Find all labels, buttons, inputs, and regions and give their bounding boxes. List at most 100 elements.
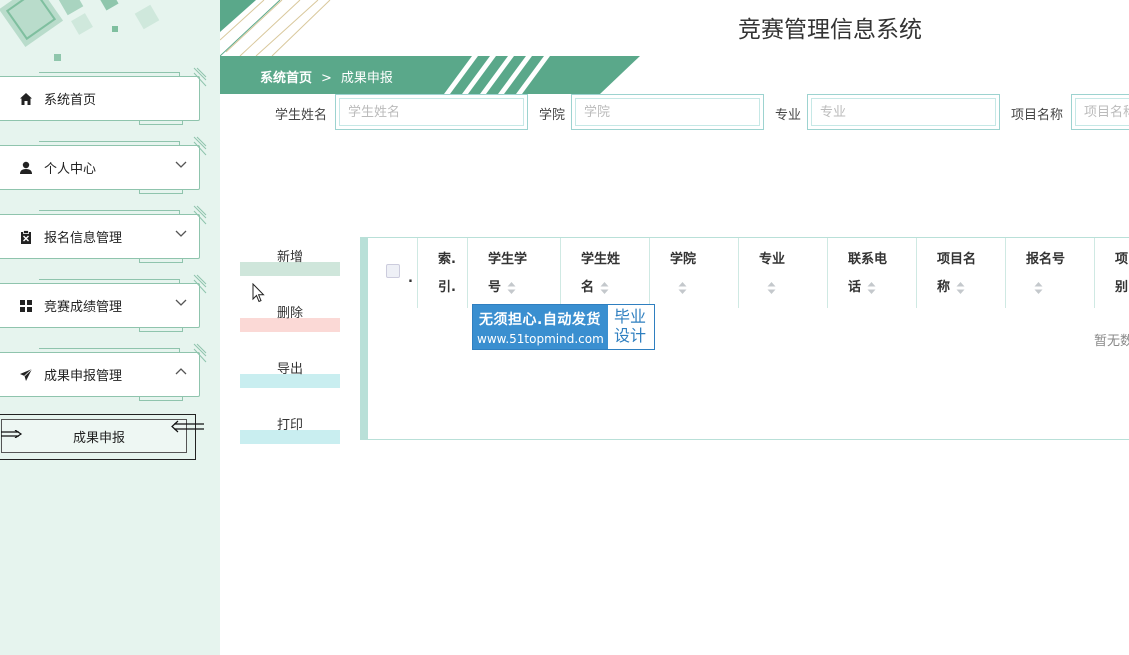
- export-button-label: 导出: [276, 362, 303, 377]
- sort-icon[interactable]: [956, 281, 965, 294]
- header-line1: 学生姓: [581, 252, 621, 267]
- table-header-project-category[interactable]: 项 别: [1095, 238, 1129, 308]
- project-name-field: [1071, 94, 1129, 130]
- project-name-input[interactable]: [1075, 98, 1129, 126]
- sidebar-item-achievement[interactable]: 成果申报管理: [0, 343, 207, 401]
- breadcrumb: 系统首页 > 成果申报: [260, 67, 393, 86]
- college-input[interactable]: [575, 98, 760, 126]
- major-label: 专业: [775, 108, 802, 123]
- header-line1: 索.: [438, 252, 456, 267]
- sidebar: 系统首页 个人中心 报名信息管理 竞赛成绩管理 成果申报管理 成果申报: [0, 0, 220, 655]
- user-icon: [19, 161, 33, 175]
- breadcrumb-separator: >: [321, 71, 332, 86]
- header-decoration: [220, 0, 331, 56]
- watermark-badge-line1: 毕业: [614, 307, 647, 326]
- header-line1: 项目名: [937, 252, 977, 267]
- chevron-up-icon[interactable]: [175, 367, 187, 377]
- send-icon: [19, 368, 33, 382]
- table-header-index[interactable]: 索. 引.: [418, 238, 468, 308]
- header-line2: 号: [488, 280, 502, 295]
- delete-button-label: 删除: [276, 306, 303, 321]
- table-header-project-name[interactable]: 项目名 称: [917, 238, 1006, 308]
- college-label: 学院: [539, 108, 566, 123]
- sidebar-item-registration[interactable]: 报名信息管理: [0, 205, 207, 263]
- table-header-student-id[interactable]: 学生学 号: [468, 238, 561, 308]
- corner-hatch-decoration: [193, 136, 207, 156]
- clipboard-icon: [19, 229, 33, 244]
- select-all-checkbox[interactable]: [386, 264, 400, 278]
- sidebar-item-label: 成果申报管理: [44, 369, 123, 384]
- major-field: [807, 94, 1000, 130]
- submenu-item-achievement-report[interactable]: 成果申报: [0, 414, 196, 460]
- project-name-label: 项目名称: [1011, 108, 1064, 123]
- double-arrow-left-icon: [171, 420, 204, 433]
- export-button[interactable]: 导出: [240, 352, 340, 388]
- submenu-item-label: 成果申报: [72, 430, 125, 446]
- table-header-select: .: [368, 238, 418, 308]
- print-button[interactable]: 打印: [240, 408, 340, 444]
- watermark-line2: www.51topmind.com: [477, 332, 604, 346]
- corner-hatch-decoration: [193, 205, 207, 225]
- select-column-suffix: .: [408, 271, 413, 286]
- sort-icon[interactable]: [507, 281, 516, 294]
- table-header-registration-no[interactable]: 报名号: [1006, 238, 1095, 308]
- sidebar-item-label: 报名信息管理: [44, 231, 123, 246]
- watermark-banner: 无须担心.自动发货 www.51topmind.com 毕业 设计: [472, 304, 655, 350]
- table-header-major[interactable]: 专业: [739, 238, 828, 308]
- add-button-label: 新增: [276, 250, 303, 265]
- grid-icon: [19, 299, 33, 313]
- sidebar-item-label: 个人中心: [44, 162, 97, 177]
- double-arrow-right-icon: [1, 430, 23, 438]
- corner-hatch-decoration: [193, 67, 207, 87]
- table-header-college[interactable]: 学院: [650, 238, 739, 308]
- student-name-label: 学生姓名: [275, 108, 328, 123]
- sidebar-item-label: 竞赛成绩管理: [44, 300, 123, 315]
- sidebar-item-home[interactable]: 系统首页: [0, 67, 207, 125]
- student-name-field: [335, 94, 528, 130]
- college-field: [571, 94, 764, 130]
- sort-icon[interactable]: [767, 281, 776, 294]
- sort-icon[interactable]: [600, 281, 609, 294]
- sidebar-decoration: [0, 0, 160, 61]
- print-button-label: 打印: [276, 418, 303, 433]
- watermark-badge: 毕业 设计: [614, 307, 646, 345]
- header-line1: 学生学: [488, 252, 528, 267]
- watermark-line1: 无须担心.自动发货: [479, 312, 601, 328]
- watermark-badge-line2: 设计: [614, 326, 647, 345]
- home-icon: [19, 92, 33, 106]
- chevron-down-icon[interactable]: [175, 160, 187, 170]
- header-line1: 学院: [670, 252, 697, 267]
- header-line2: 称: [937, 280, 951, 295]
- breadcrumb-home-link[interactable]: 系统首页: [260, 71, 312, 86]
- student-name-input[interactable]: [339, 98, 524, 126]
- table-empty-text: 暂无数: [1094, 334, 1129, 349]
- mouse-cursor-icon: [252, 283, 265, 303]
- add-button[interactable]: 新增: [240, 240, 340, 276]
- app-root: 系统首页 个人中心 报名信息管理 竞赛成绩管理 成果申报管理 成果申报 竞赛管理…: [0, 0, 1129, 655]
- watermark-left: 无须担心.自动发货 www.51topmind.com: [473, 305, 608, 349]
- chevron-down-icon[interactable]: [175, 298, 187, 308]
- major-input[interactable]: [811, 98, 996, 126]
- sidebar-item-scores[interactable]: 竞赛成绩管理: [0, 274, 207, 332]
- header-line1: 专业: [759, 252, 786, 267]
- submenu-item-inner: 成果申报: [1, 419, 187, 453]
- header-line1: 项: [1115, 252, 1129, 267]
- sort-icon[interactable]: [678, 281, 687, 294]
- sidebar-item-personal-center[interactable]: 个人中心: [0, 136, 207, 194]
- table-header-student-name[interactable]: 学生姓 名: [561, 238, 650, 308]
- header-line1: 联系电: [848, 252, 888, 267]
- breadcrumb-current: 成果申报: [340, 71, 393, 86]
- sidebar-item-label: 系统首页: [44, 93, 97, 108]
- header-line2: 引.: [438, 280, 456, 295]
- corner-hatch-decoration: [193, 343, 207, 363]
- header-line2: 别: [1115, 280, 1129, 295]
- header-line2: 名: [581, 280, 595, 295]
- corner-hatch-decoration: [193, 274, 207, 294]
- sort-icon[interactable]: [867, 281, 876, 294]
- table-header-phone[interactable]: 联系电 话: [828, 238, 917, 308]
- chevron-down-icon[interactable]: [175, 229, 187, 239]
- header-line1: 报名号: [1026, 252, 1066, 267]
- app-title: 竞赛管理信息系统: [738, 17, 922, 43]
- sort-icon[interactable]: [1034, 281, 1043, 294]
- header-line2: 话: [848, 280, 862, 295]
